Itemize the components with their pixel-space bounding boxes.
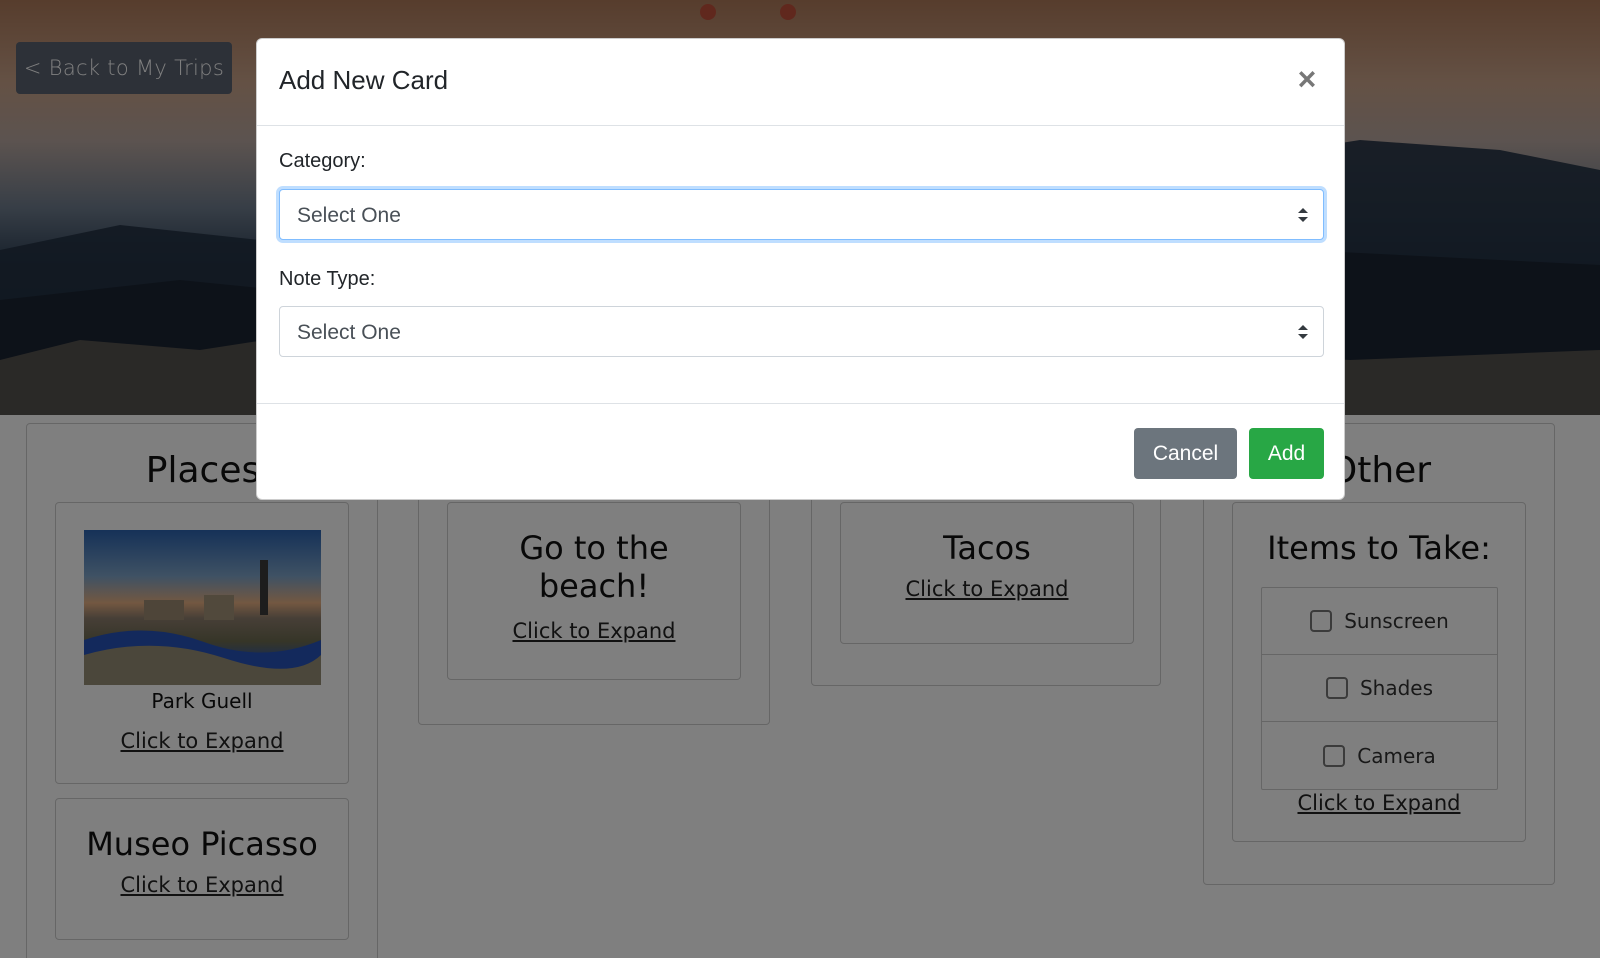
note-type-select[interactable]: Select One: [279, 306, 1324, 357]
category-label: Category:: [279, 150, 366, 172]
add-button[interactable]: Add: [1249, 428, 1324, 479]
modal-header: Add New Card ×: [257, 39, 1344, 126]
category-select[interactable]: Select One: [279, 189, 1324, 240]
note-type-label: Note Type:: [279, 268, 376, 290]
add-card-modal: Add New Card × Category: Select One Note…: [256, 38, 1345, 500]
modal-title: Add New Card: [279, 65, 449, 95]
cancel-button[interactable]: Cancel: [1134, 428, 1237, 479]
select-arrows-icon: [1298, 208, 1308, 222]
select-arrows-icon: [1298, 325, 1308, 339]
note-type-select-value: Select One: [297, 321, 401, 344]
close-icon[interactable]: ×: [1292, 61, 1322, 97]
category-select-value: Select One: [297, 204, 401, 227]
modal-footer: Cancel Add: [257, 403, 1344, 501]
